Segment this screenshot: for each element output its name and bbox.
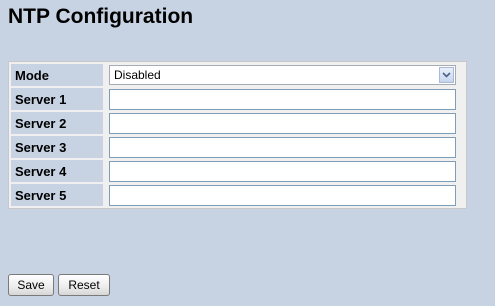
server-4-cell (105, 160, 464, 182)
server-row-4: Server 4 (11, 160, 464, 182)
save-button[interactable]: Save (8, 274, 54, 296)
server-1-cell (105, 88, 464, 110)
server-2-label: Server 2 (11, 112, 103, 134)
chevron-down-icon[interactable] (439, 67, 454, 83)
server-5-cell (105, 184, 464, 206)
server-5-input[interactable] (109, 184, 456, 206)
server-row-2: Server 2 (11, 112, 464, 134)
server-row-3: Server 3 (11, 136, 464, 158)
server-4-label: Server 4 (11, 160, 103, 182)
server-row-5: Server 5 (11, 184, 464, 206)
page-title: NTP Configuration (8, 5, 194, 28)
mode-label: Mode (11, 64, 103, 86)
server-2-cell (105, 112, 464, 134)
reset-button[interactable]: Reset (58, 274, 110, 296)
mode-select-value: Disabled (114, 68, 161, 82)
server-3-input[interactable] (109, 136, 456, 158)
mode-cell: Disabled (105, 64, 464, 86)
server-3-label: Server 3 (11, 136, 103, 158)
server-5-label: Server 5 (11, 184, 103, 206)
server-4-input[interactable] (109, 160, 456, 182)
server-1-input[interactable] (109, 88, 456, 110)
mode-select[interactable]: Disabled (109, 65, 456, 85)
server-3-cell (105, 136, 464, 158)
ntp-config-table: Mode Disabled Server 1 Server 2 Server 3 (8, 61, 467, 209)
server-row-1: Server 1 (11, 88, 464, 110)
mode-row: Mode Disabled (11, 64, 464, 86)
server-1-label: Server 1 (11, 88, 103, 110)
chevron-down-icon-glyph (442, 72, 451, 78)
server-2-input[interactable] (109, 112, 456, 134)
